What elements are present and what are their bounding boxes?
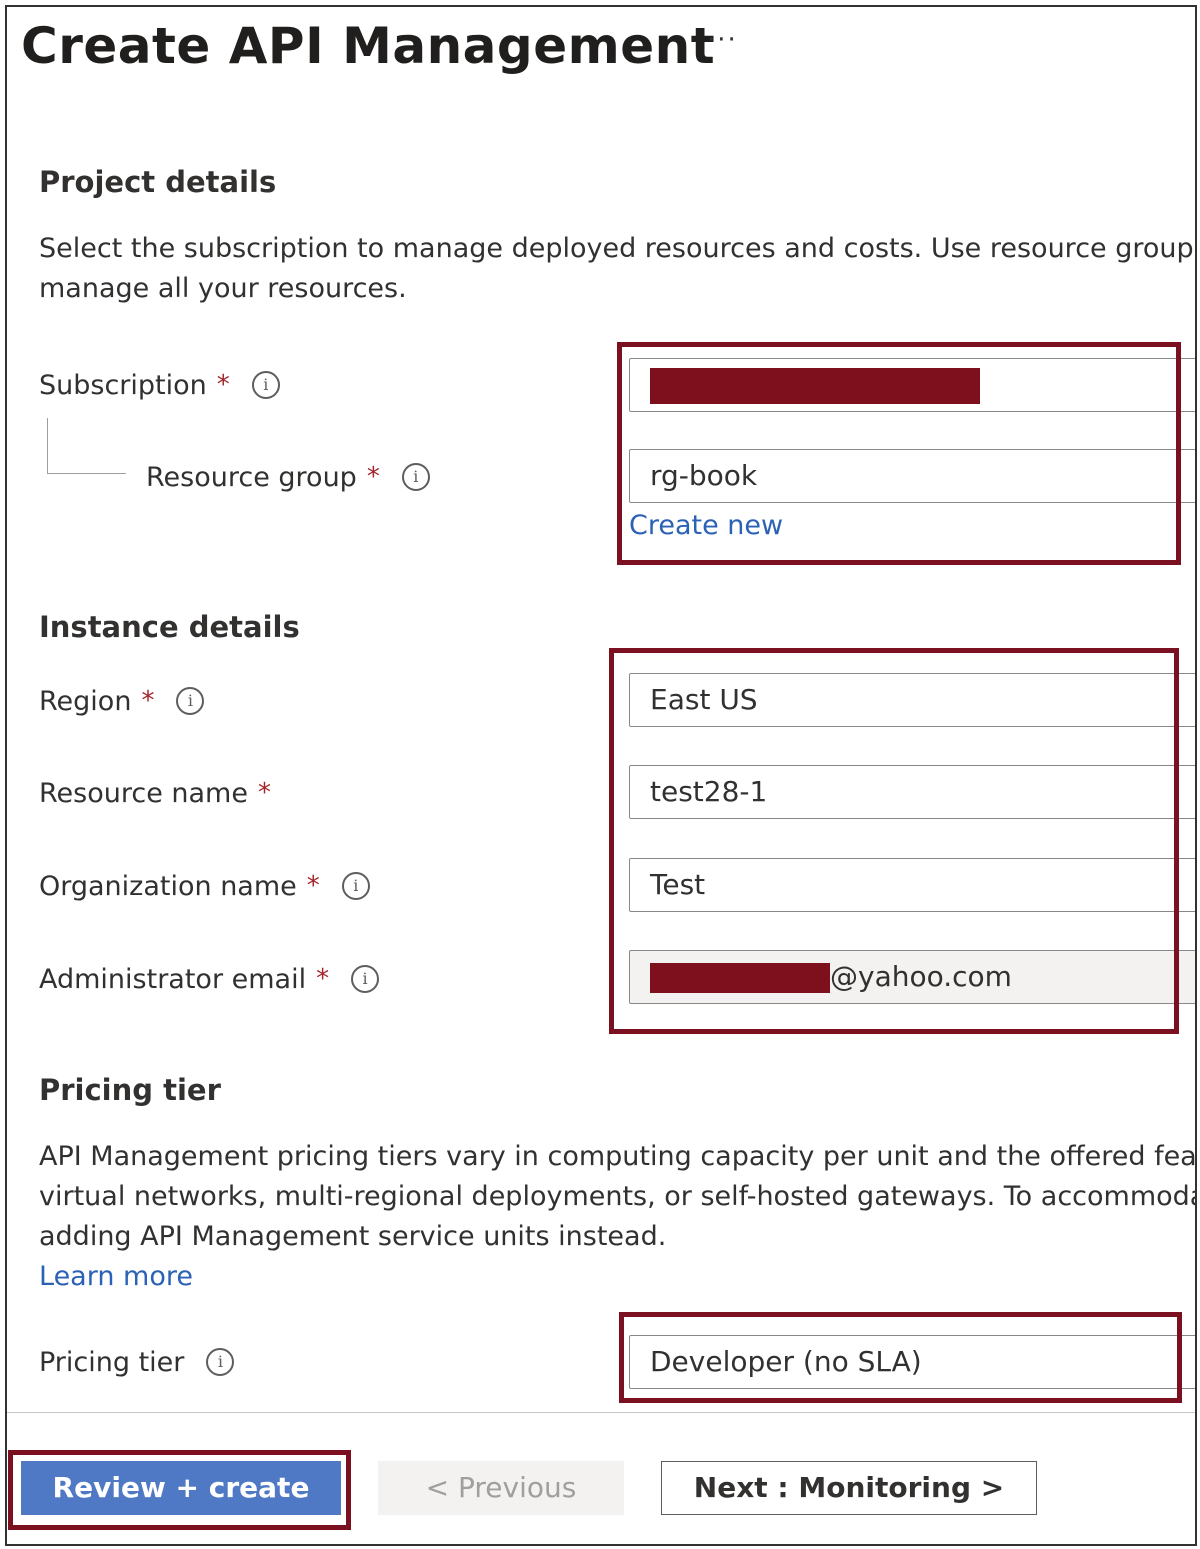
info-icon[interactable]: i — [401, 463, 430, 491]
project-details-heading: Project details — [39, 165, 277, 199]
next-monitoring-button[interactable]: Next : Monitoring > — [661, 1461, 1037, 1515]
admin-email-input[interactable]: @yahoo.com — [629, 950, 1195, 1004]
organization-name-input[interactable]: Test — [629, 858, 1195, 912]
info-icon[interactable]: i — [351, 965, 380, 993]
organization-name-label-row: Organization name * i — [39, 866, 370, 906]
info-icon[interactable]: i — [206, 1348, 235, 1376]
email-domain: @yahoo.com — [830, 960, 1012, 993]
required-asterisk: * — [141, 686, 155, 716]
required-asterisk: * — [216, 370, 230, 400]
region-label: Region — [39, 685, 132, 717]
required-asterisk: * — [257, 778, 271, 808]
resource-group-label-row: Resource group * i — [146, 457, 430, 497]
organization-name-label: Organization name — [39, 870, 297, 902]
resource-name-input[interactable]: test28-1 — [629, 765, 1195, 819]
create-api-management-panel: Create API Management ··· Project detail… — [5, 5, 1197, 1546]
previous-button[interactable]: < Previous — [378, 1461, 624, 1515]
learn-more-link[interactable]: Learn more — [39, 1261, 193, 1292]
region-dropdown[interactable]: East US — [629, 673, 1195, 727]
resource-name-label-row: Resource name * — [39, 773, 271, 813]
create-new-link[interactable]: Create new — [629, 510, 783, 541]
required-asterisk: * — [316, 964, 330, 994]
redacted-subscription — [650, 368, 980, 404]
footer-divider — [7, 1412, 1195, 1413]
admin-email-label-row: Administrator email * i — [39, 959, 380, 999]
project-details-description: Select the subscription to manage deploy… — [39, 229, 1197, 309]
resource-group-label: Resource group — [146, 461, 357, 493]
review-create-button[interactable]: Review + create — [21, 1461, 341, 1515]
subscription-label-row: Subscription * i — [39, 365, 280, 405]
description-line: Select the subscription to manage deploy… — [39, 233, 1197, 264]
subscription-dropdown[interactable] — [629, 358, 1195, 412]
redacted-email-user — [650, 963, 830, 993]
description-line: virtual networks, multi-regional deploym… — [39, 1181, 1197, 1212]
pricing-tier-label: Pricing tier — [39, 1346, 185, 1378]
more-options-icon[interactable]: ··· — [707, 25, 738, 55]
info-icon[interactable]: i — [341, 872, 370, 900]
required-asterisk: * — [306, 871, 320, 901]
pricing-tier-label-row: Pricing tier i — [39, 1342, 235, 1382]
page-title: Create API Management — [21, 17, 716, 75]
resource-name-label: Resource name — [39, 777, 248, 809]
subscription-label: Subscription — [39, 369, 207, 401]
admin-email-label: Administrator email — [39, 963, 307, 995]
tree-connector — [47, 418, 126, 474]
pricing-tier-heading: Pricing tier — [39, 1073, 221, 1107]
required-asterisk: * — [366, 462, 380, 492]
description-line: manage all your resources. — [39, 273, 407, 304]
info-icon[interactable]: i — [251, 371, 280, 399]
info-icon[interactable]: i — [176, 687, 205, 715]
description-line: adding API Management service units inst… — [39, 1221, 667, 1252]
resource-group-dropdown[interactable]: rg-book — [629, 449, 1195, 503]
description-line: API Management pricing tiers vary in com… — [39, 1141, 1197, 1172]
instance-details-heading: Instance details — [39, 610, 300, 644]
pricing-tier-dropdown[interactable]: Developer (no SLA) — [629, 1335, 1195, 1389]
pricing-tier-description: API Management pricing tiers vary in com… — [39, 1137, 1197, 1257]
region-label-row: Region * i — [39, 681, 205, 721]
